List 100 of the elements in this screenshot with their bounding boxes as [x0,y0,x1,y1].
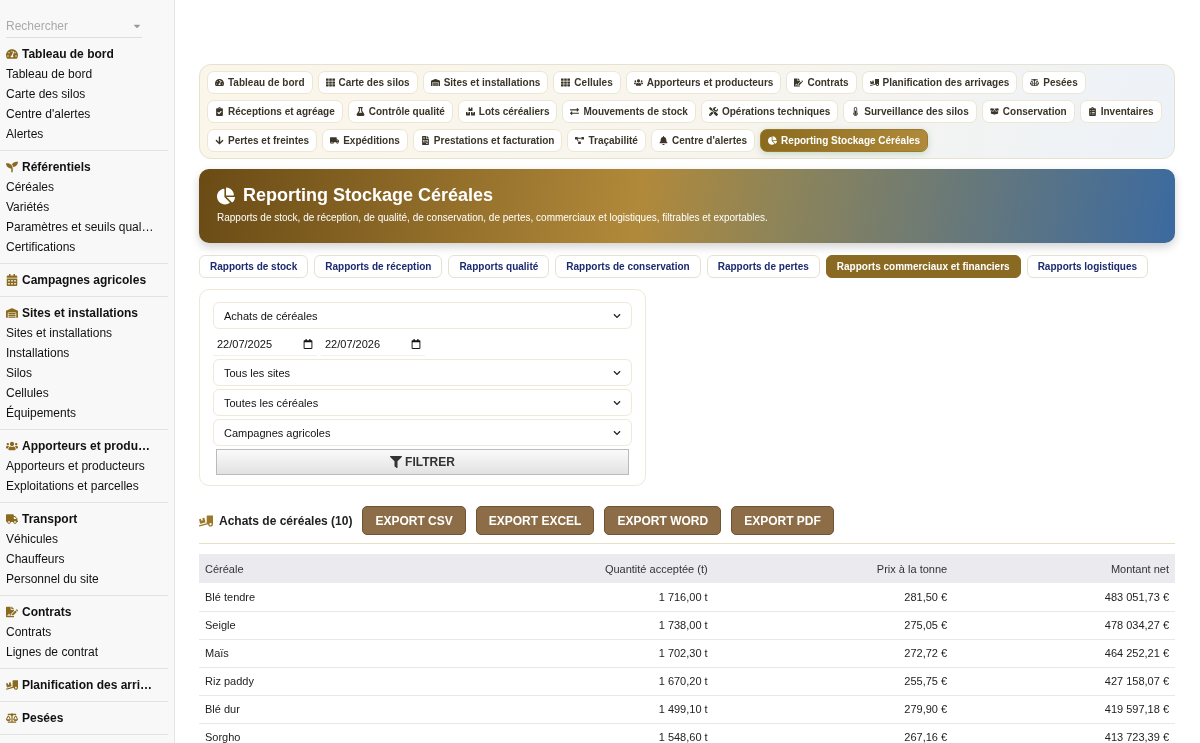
table-cell: Blé dur [199,695,380,723]
diagram-icon [575,136,585,145]
sidebar-item[interactable]: Variétés [6,197,168,217]
report-select[interactable]: Achats de céréales [213,302,632,329]
report-tab[interactable]: Rapports de stock [199,255,309,278]
sidebar-item[interactable]: Tableau de bord [6,64,168,84]
sidebar-item[interactable]: Alertes [6,124,168,144]
calendar-icon [303,338,313,349]
export-button[interactable]: EXPORT EXCEL [475,506,595,535]
module-tab[interactable]: Centre d'alertes [650,129,756,152]
sidebar-item[interactable]: Véhicules [6,529,168,549]
module-tab[interactable]: Opérations techniques [700,100,839,123]
cereal-select[interactable]: Toutes les céréales [213,389,632,416]
module-tab[interactable]: Pesées [1022,71,1086,94]
table-cell: 483 051,73 € [953,583,1175,611]
gauge-icon [215,78,224,87]
module-tab[interactable]: Carte des silos [317,71,418,94]
sidebar-item[interactable]: Installations [6,343,168,363]
table-cell: 255,75 € [713,667,954,695]
scale-icon [6,712,18,724]
sidebar-heading[interactable]: Pesées [22,711,64,725]
report-tab[interactable]: Rapports de pertes [706,255,820,278]
module-tab[interactable]: Surveillance des silos [843,100,977,123]
module-tab[interactable]: Cellules [553,71,621,94]
tools-icon [708,107,718,116]
sidebar-item[interactable]: Sites et installations [6,323,168,343]
module-tab[interactable]: Réceptions et agréage [207,100,343,123]
sidebar-item[interactable]: Apporteurs et producteurs [6,456,168,476]
grid-icon [325,78,335,87]
module-tab[interactable]: Sites et installations [422,71,549,94]
module-tab[interactable]: Contrôle qualité [347,100,453,123]
table-cell: 281,50 € [713,583,954,611]
module-tab[interactable]: Mouvements de stock [562,100,696,123]
truck-icon [330,136,340,145]
report-tab[interactable]: Rapports de conservation [555,255,701,278]
sidebar-heading[interactable]: Référentiels [22,160,91,174]
sidebar-item[interactable]: Lignes de contrat [6,642,168,662]
sidebar-item[interactable]: Cellules [6,383,168,403]
report-tab[interactable]: Rapports commerciaux et financiers [825,255,1021,278]
report-tab[interactable]: Rapports de réception [314,255,443,278]
sidebar-heading[interactable]: Contrats [22,605,72,619]
module-tab[interactable]: Apporteurs et producteurs [625,71,782,94]
module-tab[interactable]: Conservation [981,100,1075,123]
module-tab[interactable]: Contrats [786,71,857,94]
report-tab[interactable]: Rapports logistiques [1026,255,1149,278]
chevron-icon [613,368,621,377]
table-cell: 279,90 € [713,695,954,723]
campaign-select[interactable]: Campagnes agricoles [213,419,632,446]
table-cell: 275,05 € [713,611,954,639]
sidebar-item[interactable]: Certifications [6,237,168,257]
sidebar-heading[interactable]: Apporteurs et produ… [22,439,150,453]
sidebar-item[interactable]: Centre d'alertes [6,104,168,124]
table-cell: Seigle [199,611,380,639]
sidebar-item[interactable]: Personnel du site [6,569,168,589]
page-subtitle: Rapports de stock, de réception, de qualité, de conservation, de pertes, commerciaux et logistiques, filtrables et exportables. [217,212,769,223]
report-tab[interactable]: Rapports qualité [448,255,550,278]
sidebar-heading[interactable]: Transport [22,512,78,526]
date-field[interactable]: 22/07/2026 [321,332,425,356]
sidebar-item[interactable]: Contrats [6,622,168,642]
module-tab[interactable]: Prestations et facturation [412,129,563,152]
gauge-icon [6,48,18,60]
sidebar-heading[interactable]: Sites et installations [22,306,139,320]
table-cell: 464 252,21 € [953,639,1175,667]
chevron-icon [613,428,621,437]
sidebar-item[interactable]: Silos [6,363,168,383]
table-cell: Sorgho [199,723,380,743]
sidebar-heading[interactable]: Tableau de bord [22,47,114,61]
site-select[interactable]: Tous les sites [213,359,632,386]
module-tab[interactable]: Inventaires [1079,100,1162,123]
calendar-icon [6,274,18,286]
sidebar-item[interactable]: Carte des silos [6,84,168,104]
sidebar-item[interactable]: Équipements [6,403,168,423]
truck-icon [6,513,18,525]
users-icon [633,78,643,87]
export-button[interactable]: EXPORT WORD [604,506,722,535]
module-tab[interactable]: Pertes et freintes [207,129,318,152]
module-tab[interactable]: Traçabilité [567,129,646,152]
sidebar-item[interactable]: Chauffeurs [6,549,168,569]
export-button[interactable]: EXPORT PDF [731,506,834,535]
table-cell: 1 548,60 t [379,723,714,743]
results-title: Achats de céréales (10) [219,513,353,528]
sidebar-heading[interactable]: Campagnes agricoles [22,273,147,287]
export-button[interactable]: EXPORT CSV [362,506,466,535]
sidebar-heading[interactable]: Planification des arri… [22,678,153,692]
table-cell: 1 670,20 t [379,667,714,695]
sidebar-item[interactable]: Céréales [6,177,168,197]
column-header: Prix à la tonne [713,554,954,583]
table-cell: Riz paddy [199,667,380,695]
table-cell: Blé tendre [199,583,380,611]
module-tab[interactable]: Tableau de bord [207,71,313,94]
date-field[interactable]: 22/07/2025 [213,332,317,356]
filter-button[interactable]: FILTRER [216,449,629,475]
module-tab[interactable]: Reporting Stockage Céréales [760,129,929,152]
module-tab[interactable]: Expéditions [322,129,408,152]
sidebar-item[interactable]: Paramètres et seuils qual… [6,217,168,237]
module-tab[interactable]: Lots céréaliers [457,100,558,123]
loading-truck-icon [6,679,18,691]
module-tab[interactable]: Planification des arrivages [861,71,1018,94]
sidebar-item[interactable]: Exploitations et parcelles [6,476,168,496]
table-cell: 272,72 € [713,639,954,667]
